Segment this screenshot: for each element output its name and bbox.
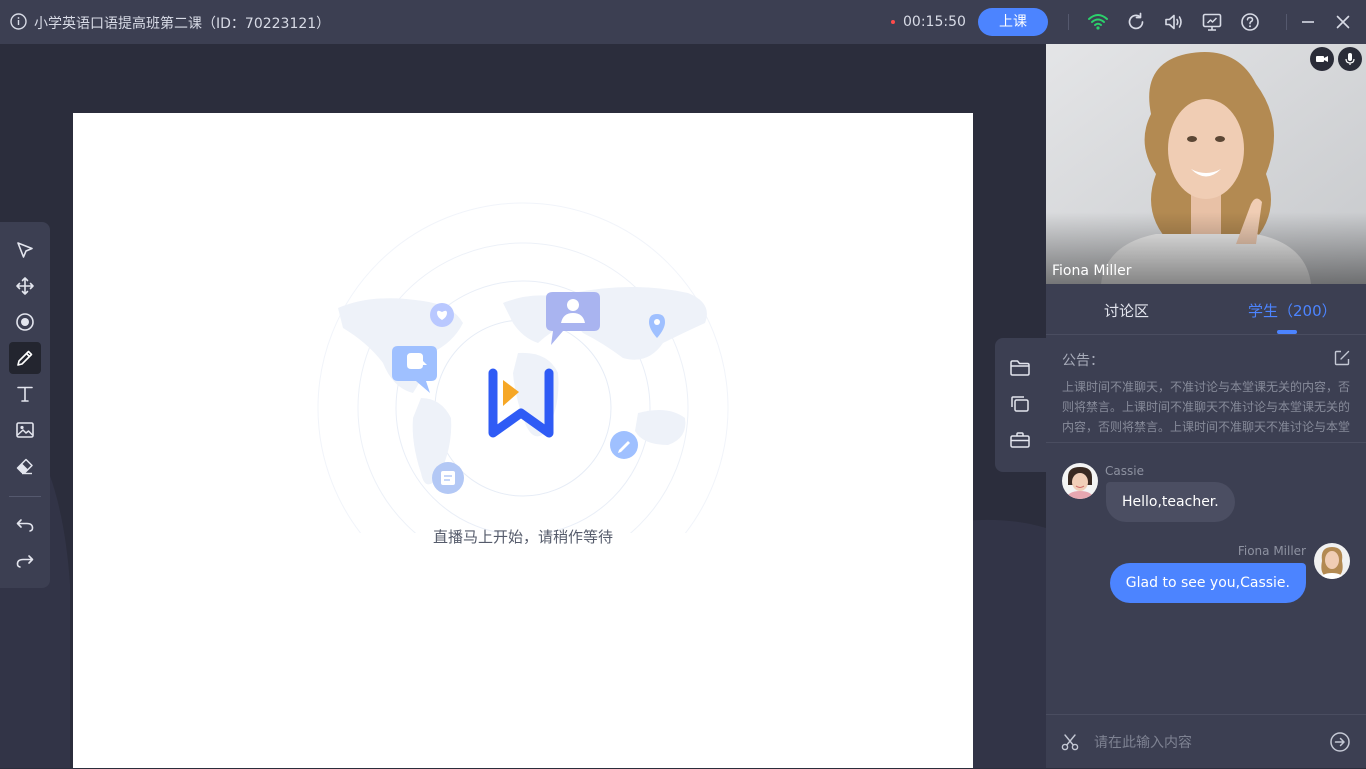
announcement-title: 公告： [1062,353,1104,369]
divider [9,496,41,497]
screen-share-icon[interactable] [1201,11,1223,33]
redo-button[interactable] [9,545,41,577]
tab-discussion[interactable]: 讨论区 [1104,300,1149,321]
waiting-message: 直播马上开始，请稍作等待 [432,528,613,546]
drawing-toolbar [0,222,50,588]
tab-students[interactable]: 学生（200） [1248,300,1337,321]
edit-icon[interactable] [1333,349,1351,367]
teacher-video-frame [1046,44,1366,284]
title-bar: 小学英语口语提高班第二课（ID：70223121） 00:15:50 上课 [0,0,1366,44]
laser-pointer-icon [16,313,34,331]
announcement: 公告： 上课时间不准聊天，不准讨论与本堂课无关的内容，否则将禁言。上课时间不准聊… [1046,335,1366,443]
chat-input[interactable] [1092,729,1316,757]
camera-icon [1316,56,1328,62]
text-icon [17,386,33,402]
microphone-icon [1345,53,1355,65]
message-sender: Cassie [1105,464,1144,478]
divider [1068,14,1069,30]
refresh-icon[interactable] [1125,11,1147,33]
undo-button[interactable] [9,509,41,541]
camera-toggle[interactable] [1310,47,1334,71]
start-class-button[interactable]: 上课 [978,8,1048,36]
scissors-icon[interactable] [1060,732,1080,752]
stage-area: 直播马上开始，请稍作等待 [0,44,1046,768]
window-title: 小学英语口语提高班第二课（ID：70223121） [34,16,331,32]
side-toolbar [995,338,1046,472]
cursor-icon [17,242,33,258]
teacher-name: Fiona Miller [1052,263,1132,279]
chat-input-bar [1046,714,1366,769]
copy-icon[interactable] [1008,392,1032,416]
close-icon[interactable] [1332,11,1354,33]
select-tool[interactable] [9,234,41,266]
message-sender: Fiona Miller [1237,544,1306,558]
class-timer: 00:15:50 [903,14,966,30]
wifi-icon[interactable] [1087,11,1109,33]
move-icon [16,277,34,295]
eraser-tool[interactable] [9,450,41,482]
undo-icon [16,519,34,532]
divider [1286,14,1287,30]
image-tool[interactable] [9,414,41,446]
minimize-icon[interactable] [1297,11,1319,33]
teacher-video[interactable]: Fiona Miller [1046,44,1366,284]
avatar-image [1062,463,1098,499]
info-icon[interactable] [10,13,27,30]
right-panel: Fiona Miller 讨论区 学生（200） 公告： 上课时间不准聊天，不准… [1046,44,1366,768]
folder-icon[interactable] [1008,356,1032,380]
waiting-illustration [317,202,729,533]
volume-icon[interactable] [1163,11,1185,33]
help-icon[interactable] [1239,11,1261,33]
microphone-toggle[interactable] [1338,47,1362,71]
text-tool[interactable] [9,378,41,410]
pen-tool[interactable] [9,342,41,374]
chat-message-outgoing: Glad to see you,Cassie. [1109,563,1306,603]
recording-indicator [891,20,895,24]
image-icon [16,422,34,438]
avatar[interactable] [1062,463,1098,499]
redo-icon [16,555,34,568]
panel-tabs: 讨论区 学生（200） [1046,284,1366,335]
chat-message-incoming: Hello,teacher. [1106,482,1235,522]
laser-pointer-tool[interactable] [9,306,41,338]
move-tool[interactable] [9,270,41,302]
eraser-icon [16,458,33,475]
active-tab-indicator [1277,330,1297,334]
announcement-text: 上课时间不准聊天，不准讨论与本堂课无关的内容，否则将禁言。上课时间不准聊天不准讨… [1062,380,1351,433]
pen-icon [17,350,33,366]
toolbox-icon[interactable] [1008,428,1032,452]
avatar-image [1314,543,1350,579]
avatar[interactable] [1314,543,1350,579]
send-icon[interactable] [1329,731,1351,753]
whiteboard-canvas[interactable]: 直播马上开始，请稍作等待 [73,113,973,768]
